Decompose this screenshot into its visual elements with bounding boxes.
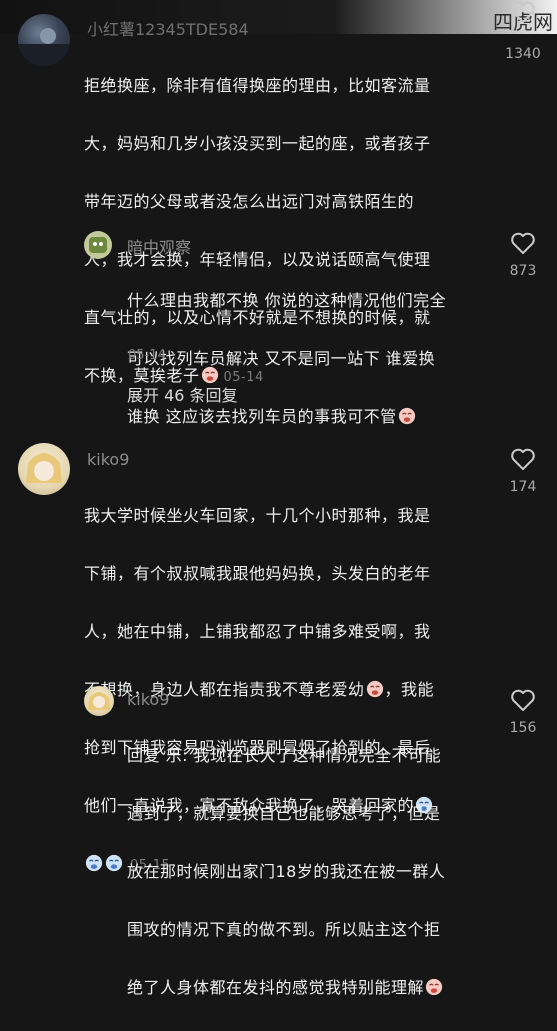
avatar[interactable] xyxy=(18,14,70,66)
like-button[interactable]: 873 xyxy=(498,231,548,279)
heart-outline-icon xyxy=(511,689,535,711)
avatar-image-icon xyxy=(88,692,110,710)
like-count: 174 xyxy=(509,479,537,495)
heart-outline-icon xyxy=(511,448,535,470)
like-count: 873 xyxy=(509,263,537,279)
expand-replies-button[interactable]: 展开 46 条回复 xyxy=(127,382,238,406)
avatar-image-icon xyxy=(89,237,107,253)
comment-line-text: 我现在长大了这种情况完全不可能 xyxy=(187,746,442,765)
avatar-image-icon xyxy=(26,453,62,483)
reply-prefix: 回复 乐: xyxy=(127,746,188,765)
avatar[interactable] xyxy=(84,686,114,716)
comment-line: 人，她在中铺，上铺我都忍了中铺多难受啊，我 xyxy=(84,622,431,641)
comment-text: 什么理由我都不换 你说的这种情况他们完全 可以找列车员解决 又不是同一站下 谁爱… xyxy=(127,257,497,460)
crying-face-emoji-icon xyxy=(85,854,103,872)
comment-username[interactable]: kiko9 xyxy=(127,690,169,709)
comment-line: 谁换 这应该去找列车员的事我可不管 xyxy=(127,402,497,431)
comment-line: 回复 乐: 我现在长大了这种情况完全不可能 xyxy=(127,741,497,770)
comment-line: 绝了人身体都在发抖的感觉我特别能理解 xyxy=(127,973,497,1002)
comment-line: 带年迈的父母或者没怎么出远门对高铁陌生的 xyxy=(84,192,415,211)
avatar-image-icon xyxy=(18,28,70,66)
comment-line: 放在那时候刚出家门18岁的我还在被一群人 xyxy=(127,862,446,881)
comment-line: 拒绝换座，除非有值得换座的理由，比如客流量 xyxy=(84,76,431,95)
comment-username[interactable]: kiko9 xyxy=(87,450,129,469)
heart-outline-icon xyxy=(511,1,535,23)
comment-line: 遇到了，就算要换自己也能够思考了，但是 xyxy=(127,804,441,823)
comment-line-text: 绝了人身体都在发抖的感觉我特别能理解 xyxy=(127,978,425,997)
comment-line: 可以找列车员解决 又不是同一站下 谁爱换 xyxy=(127,349,436,368)
comment-line: 什么理由我都不换 你说的这种情况他们完全 xyxy=(127,291,447,310)
crying-face-emoji-icon xyxy=(398,407,415,425)
comment-line-text: ，我能 xyxy=(384,680,435,699)
like-count: 1340 xyxy=(505,46,541,62)
comment-date: 05-14 xyxy=(128,348,166,363)
like-button[interactable]: 174 xyxy=(498,447,548,495)
comment-text: 回复 乐: 我现在长大了这种情况完全不可能 遇到了，就算要换自己也能够思考了，但… xyxy=(127,712,497,1031)
comment-line: 围攻的情况下真的做不到。所以贴主这个拒 xyxy=(127,920,441,939)
comment-line: 下铺，有个叔叔喊我跟他妈妈换，头发白的老年 xyxy=(84,564,431,583)
crying-face-emoji-icon xyxy=(366,680,383,698)
crying-face-emoji-icon xyxy=(105,854,123,872)
comment-username[interactable]: 暗中观察 xyxy=(127,234,191,258)
crying-face-emoji-icon xyxy=(425,978,443,996)
avatar[interactable] xyxy=(18,443,70,495)
avatar[interactable] xyxy=(84,231,112,259)
like-count: 156 xyxy=(509,720,537,736)
like-button[interactable]: 156 xyxy=(498,688,548,736)
comment-line: 我大学时候坐火车回家，十几个小时那种，我是 xyxy=(84,506,431,525)
like-button[interactable]: 1340 xyxy=(498,0,548,62)
comment-line: 大，妈妈和几岁小孩没买到一起的座，或者孩子 xyxy=(84,134,431,153)
heart-outline-icon xyxy=(511,232,535,254)
comment-username[interactable]: 小红薯12345TDE584 xyxy=(87,16,249,40)
top-bar xyxy=(0,0,557,34)
comment-line-text: 谁换 这应该去找列车员的事我可不管 xyxy=(127,407,397,426)
